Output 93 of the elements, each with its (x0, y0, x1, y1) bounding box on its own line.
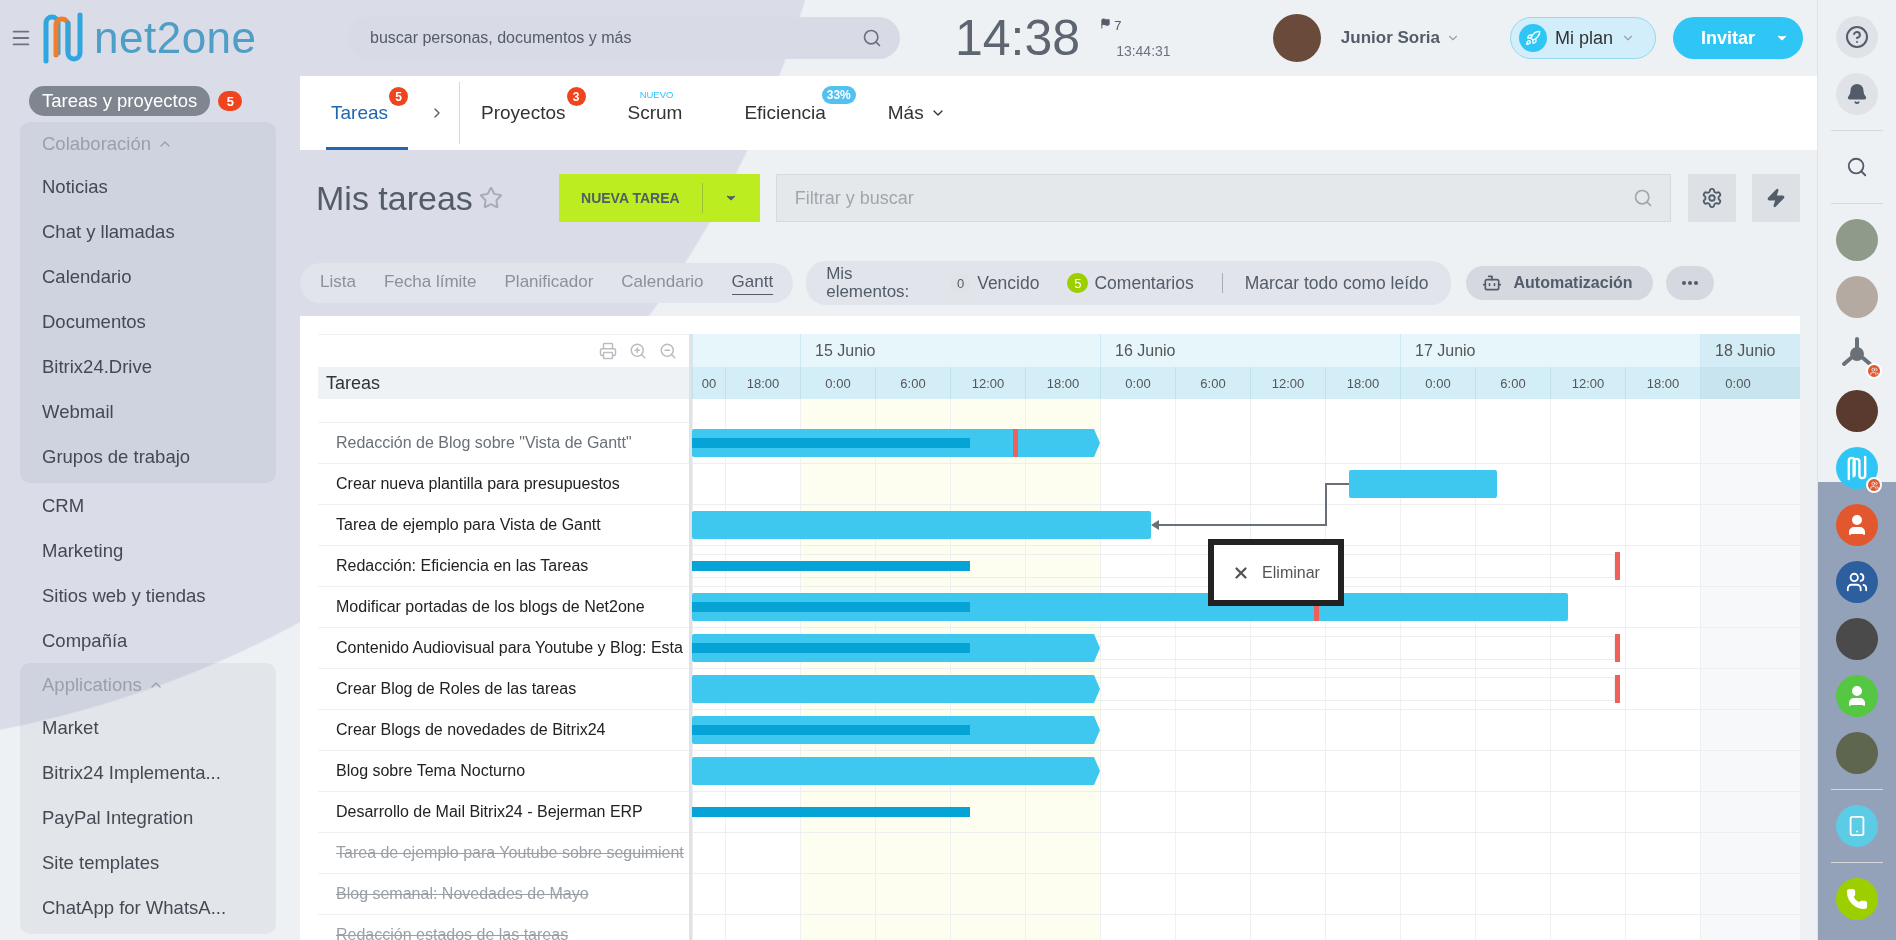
tab[interactable]: 33% Eficiencia (739, 76, 856, 150)
logo-icon (1845, 455, 1869, 481)
day-header: 15 Junio (800, 334, 1100, 367)
counter-filter[interactable]: 0 Vencido (950, 272, 1040, 294)
search-icon (862, 28, 882, 48)
tab-counter: 3 (566, 87, 586, 106)
help-button[interactable] (1836, 16, 1878, 58)
task-title[interactable]: Contenido Audiovisual para Youtube y Blog: Esta (336, 639, 683, 657)
sidebar-item[interactable]: Marketing (20, 528, 124, 573)
star-icon (478, 186, 503, 210)
deadline-marker (1013, 429, 1018, 457)
counter-filter[interactable]: 5 Comentarios (1067, 272, 1194, 294)
plan-button[interactable]: Mi plan (1510, 17, 1656, 59)
sidebar-item[interactable]: Calendario (20, 254, 276, 299)
day-header: 18 Junio (1700, 334, 1800, 367)
settings-button[interactable] (1687, 174, 1736, 222)
zoom-out-icon[interactable] (659, 342, 677, 360)
group-chat-avatar[interactable] (1836, 561, 1878, 603)
sidebar-item[interactable]: Noticias (20, 164, 276, 209)
counters-label: Mis elementos: (826, 265, 911, 301)
bolt-button[interactable] (1751, 174, 1800, 222)
gear-icon (1700, 187, 1723, 209)
sidebar-item[interactable]: Chat y llamadas (20, 209, 276, 254)
print-icon[interactable] (599, 342, 617, 360)
tab-counter: 5 (389, 87, 409, 106)
sidebar-item[interactable]: Documentos (20, 299, 276, 344)
bell-icon (1846, 83, 1868, 105)
call-button[interactable] (1836, 878, 1878, 920)
user-avatar[interactable] (1836, 675, 1878, 717)
automation-button[interactable]: Automatización (1465, 266, 1653, 300)
sidebar-item[interactable]: Compañía (20, 618, 128, 663)
rocket-icon (1519, 24, 1547, 52)
user-menu[interactable]: Junior Soria (1334, 27, 1466, 49)
day-header: 17 Junio (1400, 334, 1700, 367)
search-icon (1846, 156, 1868, 178)
delete-button[interactable]: Eliminar (1232, 563, 1320, 582)
phone-icon (1846, 888, 1868, 910)
task-title[interactable]: Blog sobre Tema Nocturno (336, 762, 526, 780)
task-title[interactable]: Desarrollo de Mail Bitrix24 - Bejerman ERP (336, 803, 643, 821)
logo-wordmark: net2one (94, 13, 257, 63)
percent-badge: 33% (821, 86, 856, 104)
work-time: 13:44:31 (1116, 42, 1171, 59)
sidebar-item[interactable]: Webmail (20, 389, 276, 434)
task-title[interactable]: Crear Blogs de novedades de Bitrix24 (336, 721, 606, 739)
sidebar-item[interactable]: Sitios web y tiendas (20, 573, 206, 618)
new-tag: NUEVO (639, 89, 674, 100)
sidebar-item[interactable]: Site templates (20, 840, 276, 885)
task-title[interactable]: Crear nueva plantilla para presupuestos (336, 475, 620, 493)
deadline-marker (1615, 634, 1620, 662)
filter-field[interactable]: Filtrar y buscar (775, 174, 1671, 222)
sidebar-item[interactable]: Bitrix24.Drive (20, 344, 276, 389)
avatar-placeholder[interactable] (1836, 390, 1878, 432)
tab[interactable]: 3 Proyectos (476, 76, 586, 150)
deadline-marker (1615, 552, 1620, 580)
sidebar-item[interactable]: Bitrix24 Implementa... (20, 750, 276, 795)
robot-icon (1481, 273, 1502, 293)
clock: 14:38 (955, 9, 1081, 67)
tab[interactable]: NUEVO Scrum (622, 76, 688, 150)
help-icon (1845, 25, 1869, 49)
search-icon (1632, 188, 1653, 208)
view-tab[interactable]: Gantt (731, 271, 774, 295)
more-icon (1681, 281, 1698, 285)
count-badge: 5 (1067, 273, 1089, 293)
user-avatar[interactable] (1836, 504, 1878, 546)
mark-read-link[interactable]: Marcar todo como leído (1244, 272, 1429, 294)
sidebar-item[interactable]: Market (20, 705, 276, 750)
tab[interactable]: 5 Tareas (326, 76, 409, 150)
day-header: 16 Junio (1100, 334, 1400, 367)
tab[interactable]: Más (882, 76, 951, 150)
deadline-marker (1615, 675, 1620, 703)
flag-counter[interactable]: 7 (1100, 17, 1171, 33)
task-title[interactable]: Tarea de ejemplo para Vista de Gantt (336, 516, 601, 534)
task-title[interactable]: Redacción de Blog sobre "Vista de Gantt" (336, 434, 632, 452)
sidebar-item[interactable]: CRM (20, 483, 85, 528)
mobile-button[interactable] (1836, 805, 1878, 847)
more-button[interactable] (1665, 266, 1714, 300)
bolt-icon (1765, 188, 1786, 208)
sidebar-item[interactable]: ChatApp for WhatsA... (20, 885, 276, 930)
flag-icon (1100, 17, 1112, 29)
column-header: Tareas (318, 367, 689, 399)
new-task-button[interactable]: NUEVA TAREA (558, 174, 760, 222)
sidebar-counter: 5 (218, 91, 243, 111)
sidebar-item[interactable]: PayPal Integration (20, 795, 276, 840)
notifications-button[interactable] (1836, 73, 1878, 115)
task-title[interactable]: Redacción: Eficiencia en las Tareas (336, 557, 589, 575)
zoom-in-icon[interactable] (629, 342, 647, 360)
task-title[interactable]: Crear Blog de Roles de las tareas (336, 680, 577, 698)
sidebar-item[interactable]: Grupos de trabajo (20, 434, 276, 479)
sidebar-item[interactable]: Tareas y proyectos (29, 86, 211, 116)
page-title: Mis tareas (316, 178, 473, 218)
task-title[interactable]: Modificar portadas de los blogs de Net2one (336, 598, 645, 616)
avatar-placeholder[interactable] (1272, 14, 1321, 62)
users-icon (1846, 571, 1868, 593)
